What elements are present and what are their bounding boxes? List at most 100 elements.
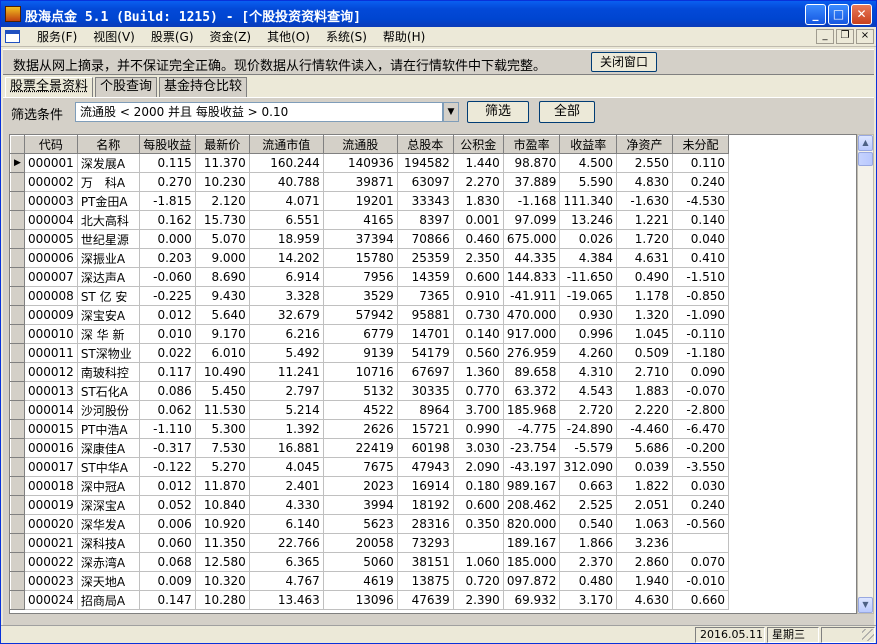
table-cell[interactable]: -0.070 xyxy=(672,381,730,401)
row-indicator[interactable] xyxy=(10,533,25,553)
table-cell[interactable]: 2.090 xyxy=(453,457,504,477)
table-cell[interactable]: -0.317 xyxy=(139,438,196,458)
table-cell[interactable]: 40.788 xyxy=(249,172,324,192)
table-cell[interactable]: 1.045 xyxy=(616,324,674,344)
table-cell[interactable]: 73293 xyxy=(397,533,454,553)
table-cell[interactable]: 0.930 xyxy=(559,305,618,325)
table-cell[interactable]: 98.870 xyxy=(503,153,561,173)
table-cell[interactable]: 10.280 xyxy=(195,590,250,610)
menu-item[interactable]: 股票(G) xyxy=(143,29,202,45)
table-cell[interactable]: 2.220 xyxy=(616,400,674,420)
table-cell[interactable]: 11.350 xyxy=(195,533,250,553)
row-indicator[interactable] xyxy=(10,191,25,211)
table-cell[interactable]: 47943 xyxy=(397,457,454,477)
table-cell[interactable]: 13096 xyxy=(323,590,398,610)
row-indicator[interactable] xyxy=(10,571,25,591)
table-row[interactable]: 000017 ST中华A -0.122 5.270 4.045 7675 47943 2.09… xyxy=(10,457,730,477)
table-cell[interactable]: 000004 xyxy=(24,210,78,230)
table-cell[interactable]: 深深宝A xyxy=(77,495,140,515)
table-cell[interactable]: 0.140 xyxy=(453,324,504,344)
column-header[interactable]: 净资产 xyxy=(616,135,674,154)
table-cell[interactable]: 0.350 xyxy=(453,514,504,534)
table-cell[interactable]: 38151 xyxy=(397,552,454,572)
table-cell[interactable]: 0.509 xyxy=(616,343,674,363)
table-row[interactable]: 000021 深科技A 0.060 11.350 22.766 20058 73293 189… xyxy=(10,533,730,553)
table-cell[interactable]: 0.010 xyxy=(139,324,196,344)
table-cell[interactable]: 14.202 xyxy=(249,248,324,268)
table-cell[interactable]: 5.640 xyxy=(195,305,250,325)
row-indicator[interactable] xyxy=(10,590,25,610)
table-cell[interactable]: 1.392 xyxy=(249,419,324,439)
table-cell[interactable]: 5.590 xyxy=(559,172,618,192)
table-cell[interactable]: 000018 xyxy=(24,476,78,496)
table-cell[interactable]: 5132 xyxy=(323,381,398,401)
table-cell[interactable] xyxy=(453,533,504,553)
row-indicator[interactable] xyxy=(10,476,25,496)
stock-data-grid[interactable]: 代码 名称 每股收益 最新价 流通市值 流通股 总股本 公积金 市盈率 收益率 净资产 未分配 ▶ 00… xyxy=(9,134,857,614)
table-cell[interactable]: 2.720 xyxy=(559,400,618,420)
table-cell[interactable]: 11.370 xyxy=(195,153,250,173)
menu-item[interactable]: 服务(F) xyxy=(29,29,85,45)
table-cell[interactable]: 0.996 xyxy=(559,324,618,344)
table-cell[interactable]: ST石化A xyxy=(77,381,140,401)
table-cell[interactable]: 000010 xyxy=(24,324,78,344)
table-cell[interactable]: 185.000 xyxy=(503,552,561,572)
table-row[interactable]: 000006 深振业A 0.203 9.000 14.202 15780 25359 2.35… xyxy=(10,248,730,268)
table-cell[interactable]: -6.470 xyxy=(672,419,730,439)
scroll-down-button[interactable]: ▼ xyxy=(858,597,873,613)
table-cell[interactable]: 000024 xyxy=(24,590,78,610)
table-cell[interactable]: 2.350 xyxy=(453,248,504,268)
table-cell[interactable]: 917.000 xyxy=(503,324,561,344)
table-cell[interactable]: -0.010 xyxy=(672,571,730,591)
table-cell[interactable]: -4.530 xyxy=(672,191,730,211)
table-cell[interactable]: 4.830 xyxy=(616,172,674,192)
table-cell[interactable]: 111.340 xyxy=(559,191,618,211)
table-cell[interactable] xyxy=(672,533,730,553)
table-cell[interactable]: 0.140 xyxy=(672,210,730,230)
table-cell[interactable]: 4.330 xyxy=(249,495,324,515)
table-cell[interactable]: -0.122 xyxy=(139,457,196,477)
table-cell[interactable]: 25359 xyxy=(397,248,454,268)
table-cell[interactable]: 15721 xyxy=(397,419,454,439)
table-cell[interactable]: 5.450 xyxy=(195,381,250,401)
table-cell[interactable]: 深华发A xyxy=(77,514,140,534)
table-cell[interactable]: 10.490 xyxy=(195,362,250,382)
filter-button[interactable]: 筛选 xyxy=(467,101,529,123)
table-cell[interactable]: 5623 xyxy=(323,514,398,534)
table-cell[interactable]: 97.099 xyxy=(503,210,561,230)
table-cell[interactable]: 000023 xyxy=(24,571,78,591)
table-cell[interactable]: 000003 xyxy=(24,191,78,211)
table-cell[interactable]: 0.086 xyxy=(139,381,196,401)
table-cell[interactable]: 000022 xyxy=(24,552,78,572)
column-header[interactable]: 代码 xyxy=(24,135,78,154)
table-row[interactable]: 000024 招商局A 0.147 10.280 13.463 13096 47639 2.3… xyxy=(10,590,730,610)
table-cell[interactable]: 4.630 xyxy=(616,590,674,610)
table-cell[interactable]: 0.026 xyxy=(559,229,618,249)
table-cell[interactable]: 1.883 xyxy=(616,381,674,401)
table-cell[interactable]: 4.767 xyxy=(249,571,324,591)
table-cell[interactable]: 1.940 xyxy=(616,571,674,591)
table-cell[interactable]: 208.462 xyxy=(503,495,561,515)
table-cell[interactable]: 沙河股份 xyxy=(77,400,140,420)
table-cell[interactable]: 0.115 xyxy=(139,153,196,173)
table-cell[interactable]: 4.384 xyxy=(559,248,618,268)
table-cell[interactable]: 000012 xyxy=(24,362,78,382)
table-cell[interactable]: 5.270 xyxy=(195,457,250,477)
table-cell[interactable]: 3994 xyxy=(323,495,398,515)
table-row[interactable]: 000022 深赤湾A 0.068 12.580 6.365 5060 38151 1.060… xyxy=(10,552,730,572)
table-cell[interactable]: 000011 xyxy=(24,343,78,363)
table-cell[interactable]: 北大高科 xyxy=(77,210,140,230)
table-cell[interactable]: 7365 xyxy=(397,286,454,306)
table-cell[interactable]: 1.221 xyxy=(616,210,674,230)
table-cell[interactable]: 6.216 xyxy=(249,324,324,344)
table-cell[interactable]: 0.162 xyxy=(139,210,196,230)
table-cell[interactable]: 6.365 xyxy=(249,552,324,572)
table-cell[interactable]: -23.754 xyxy=(503,438,561,458)
column-header[interactable]: 流通市值 xyxy=(248,135,324,154)
table-cell[interactable]: ST深物业 xyxy=(77,343,140,363)
table-cell[interactable]: 0.240 xyxy=(672,172,730,192)
table-cell[interactable]: 3.030 xyxy=(453,438,504,458)
table-cell[interactable]: 33343 xyxy=(397,191,454,211)
table-cell[interactable]: -0.060 xyxy=(139,267,196,287)
table-cell[interactable]: 0.000 xyxy=(139,229,196,249)
